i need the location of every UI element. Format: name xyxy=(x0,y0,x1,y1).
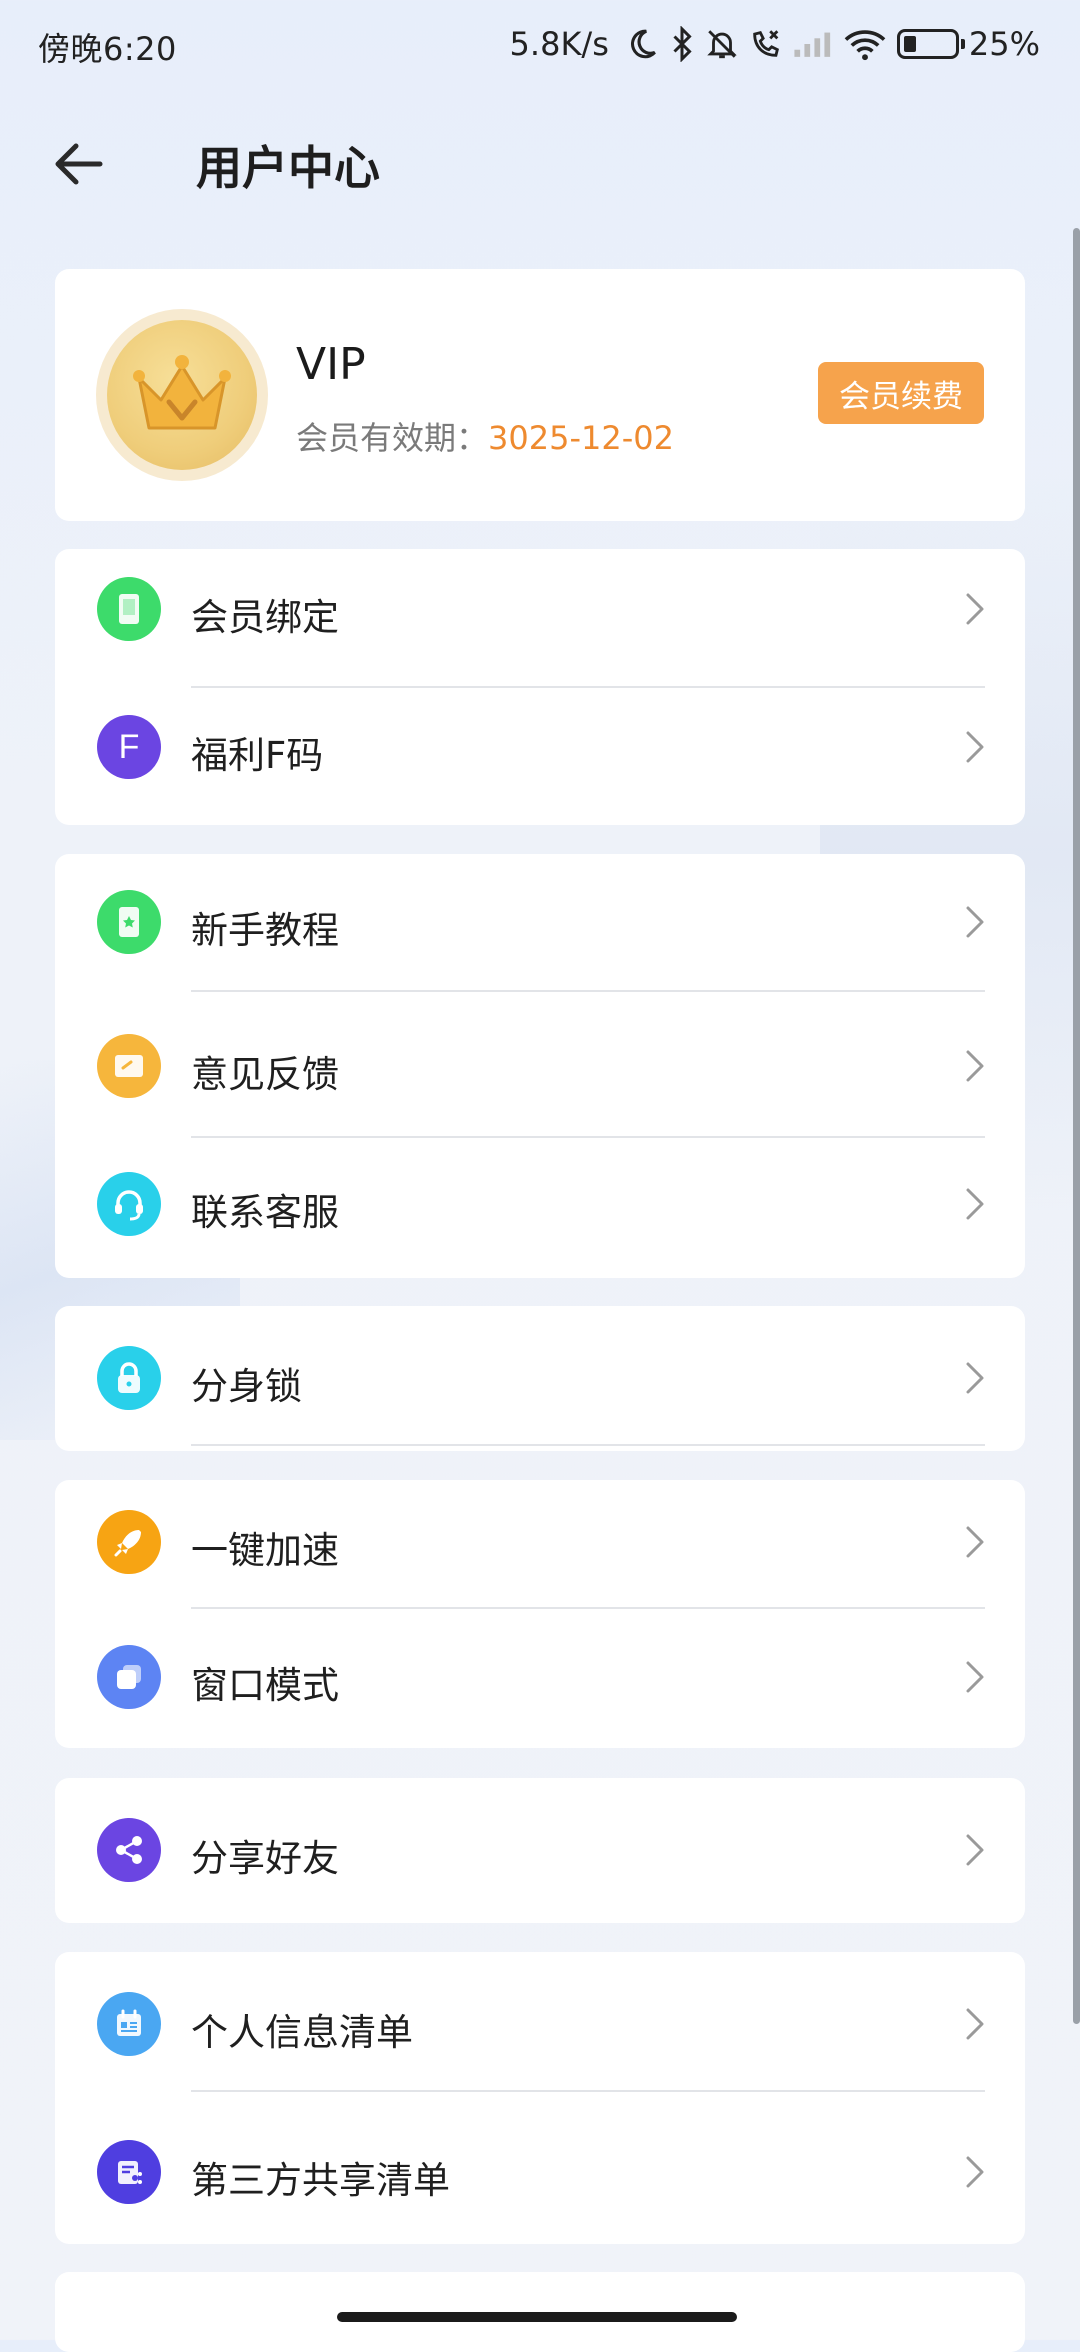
crown-icon xyxy=(133,355,231,430)
menu-item-window-mode[interactable]: 窗口模式 xyxy=(55,1617,1025,1737)
renew-membership-button[interactable]: 会员续费 xyxy=(818,362,984,424)
menu-group-5: 分享好友 xyxy=(55,1778,1025,1923)
menu-group-6: 个人信息清单 第三方共享清单 xyxy=(55,1952,1025,2244)
rocket-icon xyxy=(97,1510,161,1574)
home-indicator[interactable] xyxy=(337,2312,737,2322)
menu-item-label: 个人信息清单 xyxy=(191,2011,413,2054)
feedback-icon xyxy=(97,1034,161,1098)
divider xyxy=(191,1444,985,1446)
page-title: 用户中心 xyxy=(196,141,380,195)
divider xyxy=(191,1136,985,1138)
chevron-right-icon xyxy=(955,1358,995,1398)
vip-card: VIP 会员有效期：3025-12-02 会员续费 xyxy=(55,269,1025,521)
chevron-right-icon xyxy=(955,1046,995,1086)
avatar xyxy=(96,309,268,481)
chevron-right-icon xyxy=(955,589,995,629)
menu-item-label: 福利F码 xyxy=(191,734,324,777)
menu-group-3: 分身锁 xyxy=(55,1306,1025,1451)
bell-off-icon xyxy=(705,22,739,66)
battery-icon xyxy=(896,22,965,66)
network-speed: 5.8K/s xyxy=(509,25,609,63)
status-time: 傍晚6:20 xyxy=(38,30,177,68)
chevron-right-icon xyxy=(955,1184,995,1224)
share-icon xyxy=(97,1818,161,1882)
bluetooth-icon xyxy=(669,22,695,66)
menu-item-boost[interactable]: 一键加速 xyxy=(55,1482,1025,1602)
chevron-right-icon xyxy=(955,1657,995,1697)
wifi-icon xyxy=(843,22,887,66)
divider xyxy=(191,1607,985,1609)
menu-group-4: 一键加速 窗口模式 xyxy=(55,1480,1025,1748)
chevron-right-icon xyxy=(955,902,995,942)
status-icons: 5.8K/s 25% xyxy=(510,22,1040,66)
battery-percent: 25% xyxy=(968,25,1040,63)
divider xyxy=(191,990,985,992)
menu-item-third-party-share-list[interactable]: 第三方共享清单 xyxy=(55,2112,1025,2232)
chevron-right-icon xyxy=(955,727,995,767)
window-icon xyxy=(97,1645,161,1709)
headset-icon xyxy=(97,1172,161,1236)
menu-item-app-lock[interactable]: 分身锁 xyxy=(55,1318,1025,1438)
status-bar: 傍晚6:20 5.8K/s 25% xyxy=(0,0,1080,92)
chevron-right-icon xyxy=(955,2152,995,2192)
chevron-right-icon xyxy=(955,2004,995,2044)
divider xyxy=(191,2090,985,2092)
menu-item-personal-info-list[interactable]: 个人信息清单 xyxy=(55,1964,1025,2084)
chevron-right-icon xyxy=(955,1830,995,1870)
menu-item-label: 一键加速 xyxy=(191,1529,339,1572)
moon-icon xyxy=(625,22,659,66)
vip-expiry-date: 3025-12-02 xyxy=(488,419,674,457)
menu-item-label: 分享好友 xyxy=(191,1837,339,1880)
info-list-icon xyxy=(97,1992,161,2056)
f-code-icon: F xyxy=(97,715,161,779)
share-list-icon xyxy=(97,2140,161,2204)
menu-item-label: 会员绑定 xyxy=(191,596,339,639)
f-code-glyph: F xyxy=(118,727,140,766)
header: 用户中心 xyxy=(0,108,1080,218)
menu-item-tutorial[interactable]: 新手教程 xyxy=(55,862,1025,982)
menu-item-f-code[interactable]: F 福利F码 xyxy=(55,687,1025,807)
menu-item-label: 分身锁 xyxy=(191,1365,302,1408)
scrollbar[interactable] xyxy=(1073,228,1080,2024)
vip-name: VIP xyxy=(296,339,366,390)
menu-item-customer-service[interactable]: 联系客服 xyxy=(55,1144,1025,1264)
menu-item-share-friends[interactable]: 分享好友 xyxy=(55,1790,1025,1910)
menu-item-label: 意见反馈 xyxy=(191,1053,339,1096)
vip-expiry: 会员有效期：3025-12-02 xyxy=(296,413,674,459)
guide-book-icon xyxy=(97,890,161,954)
signal-icon xyxy=(793,22,833,66)
menu-item-label: 第三方共享清单 xyxy=(191,2159,450,2202)
menu-group-2: 新手教程 意见反馈 联系客服 xyxy=(55,854,1025,1278)
menu-item-feedback[interactable]: 意见反馈 xyxy=(55,1006,1025,1126)
menu-item-label: 联系客服 xyxy=(191,1191,339,1234)
menu-item-label: 窗口模式 xyxy=(191,1664,339,1707)
chevron-right-icon xyxy=(955,1522,995,1562)
vip-expiry-label: 会员有效期： xyxy=(296,419,489,457)
back-button[interactable] xyxy=(48,134,108,194)
phone-icon xyxy=(97,577,161,641)
menu-item-member-bind[interactable]: 会员绑定 xyxy=(55,549,1025,669)
back-arrow-icon xyxy=(55,143,103,185)
menu-group-1: 会员绑定 F 福利F码 xyxy=(55,549,1025,825)
call-blocked-icon xyxy=(749,22,783,66)
lock-icon xyxy=(97,1346,161,1410)
menu-item-label: 新手教程 xyxy=(191,909,339,952)
